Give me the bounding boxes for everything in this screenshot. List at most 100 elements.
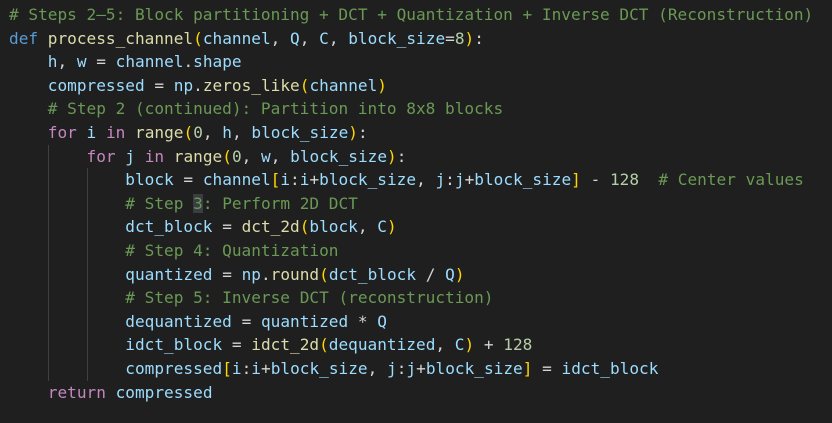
- code-line[interactable]: dct_block = dct_2d(block, C): [9, 215, 832, 239]
- code-token: +: [261, 358, 271, 378]
- code-line[interactable]: quantized = np.round(dct_block / Q): [9, 262, 832, 287]
- code-line[interactable]: return compressed: [9, 381, 832, 405]
- code-line[interactable]: # Steps 2–5: Block partitioning + DCT + …: [9, 3, 832, 27]
- code-token: # Center values: [658, 170, 804, 190]
- code-line[interactable]: # Step 5: Inverse DCT (reconstruction): [9, 286, 832, 310]
- code-token: channel: [115, 52, 184, 72]
- code-token: ): [454, 264, 465, 284]
- code-token: def: [9, 28, 39, 48]
- code-token: (: [299, 75, 310, 95]
- code-token: compressed: [47, 75, 145, 95]
- code-token: # Step: [125, 193, 194, 213]
- indent-guide: [47, 168, 49, 192]
- code-token: block: [309, 217, 358, 237]
- indent-guide: [86, 356, 88, 381]
- code-token: dct_block: [125, 217, 213, 237]
- code-line[interactable]: def process_channel(channel, Q, C, block…: [9, 27, 832, 51]
- code-token: block: [125, 170, 174, 190]
- code-token: i: [251, 358, 261, 378]
- code-token: # Steps 2–5: Block partitioning + DCT + …: [9, 5, 814, 24]
- code-token: zeros_like: [202, 75, 300, 95]
- code-token: dequantized: [328, 335, 436, 355]
- code-token: compressed: [125, 358, 223, 378]
- code-line[interactable]: # Step 3: Perform 2D DCT: [9, 191, 832, 216]
- code-area[interactable]: # Steps 2–5: Block partitioning + DCT + …: [9, 3, 832, 404]
- code-line[interactable]: dequantized = quantized * Q: [9, 309, 832, 334]
- code-token: ,: [416, 170, 436, 190]
- code-token: i: [86, 122, 97, 142]
- code-line[interactable]: for i in range(0, h, block_size):: [9, 121, 832, 145]
- code-token: dequantized: [125, 311, 232, 331]
- code-token: i: [231, 358, 242, 378]
- code-token: block_size: [425, 358, 523, 378]
- code-token: 128: [503, 335, 533, 355]
- code-token: *: [348, 311, 378, 331]
- code-token: ,: [299, 28, 320, 48]
- code-token: C: [319, 28, 329, 48]
- code-token: =: [144, 75, 174, 95]
- code-token: dct_2d: [241, 217, 300, 237]
- code-token: return: [47, 382, 106, 402]
- code-token: .: [260, 264, 271, 284]
- code-token: 3: [193, 193, 203, 213]
- code-token: ): [464, 28, 475, 48]
- code-token: ): [387, 146, 397, 166]
- code-token: +: [416, 358, 426, 378]
- code-token: in: [105, 122, 126, 142]
- code-token: (: [183, 122, 194, 142]
- code-token: C: [377, 217, 387, 237]
- code-token: ,: [202, 122, 223, 142]
- indent-guide: [47, 238, 49, 263]
- indent-guide: [86, 215, 88, 239]
- code-token: 128: [609, 170, 640, 190]
- code-token: 8: [454, 28, 465, 48]
- code-token: ]: [571, 170, 581, 190]
- code-line[interactable]: compressed = np.zeros_like(channel): [9, 74, 832, 98]
- code-token: +: [309, 170, 320, 190]
- code-token: np: [241, 264, 261, 284]
- code-editor[interactable]: # Steps 2–5: Block partitioning + DCT + …: [0, 0, 832, 423]
- code-token: j: [387, 358, 397, 378]
- code-line[interactable]: h, w = channel.shape: [9, 50, 832, 74]
- code-token: 0: [193, 122, 203, 142]
- code-token: round: [270, 264, 320, 284]
- indent-guide: [47, 286, 49, 310]
- code-token: block_size: [474, 170, 572, 190]
- indent-guide: [47, 309, 49, 334]
- code-line[interactable]: compressed[i:i+block_size, j:j+block_siz…: [9, 356, 832, 381]
- code-token: :: [445, 170, 455, 190]
- code-line[interactable]: for j in range(0, w, block_size):: [9, 144, 832, 169]
- code-token: (: [319, 335, 329, 355]
- indent-guide: [86, 262, 88, 287]
- indent-guide: [47, 333, 49, 357]
- code-token: in: [144, 146, 165, 166]
- code-token: (: [193, 28, 203, 48]
- code-line[interactable]: block = channel[i:i+block_size, j:j+bloc…: [9, 168, 832, 192]
- code-line[interactable]: # Step 2 (continued): Partition into 8x8…: [9, 97, 832, 121]
- indent-guide: [47, 356, 49, 381]
- code-token: block_size: [290, 146, 388, 166]
- code-line[interactable]: # Step 4: Quantization: [9, 238, 832, 263]
- indent-guide: [86, 286, 88, 310]
- code-token: =: [231, 311, 261, 331]
- code-token: shape: [193, 52, 242, 72]
- code-token: idct_2d: [251, 335, 320, 355]
- code-token: channel: [202, 170, 271, 190]
- code-line[interactable]: idct_block = idct_2d(dequantized, C) + 1…: [9, 333, 832, 357]
- code-token: block_size: [319, 170, 417, 190]
- code-token: j: [125, 146, 135, 166]
- code-token: ): [348, 122, 358, 142]
- code-token: idct_block: [561, 358, 659, 378]
- code-token: :: [474, 28, 484, 48]
